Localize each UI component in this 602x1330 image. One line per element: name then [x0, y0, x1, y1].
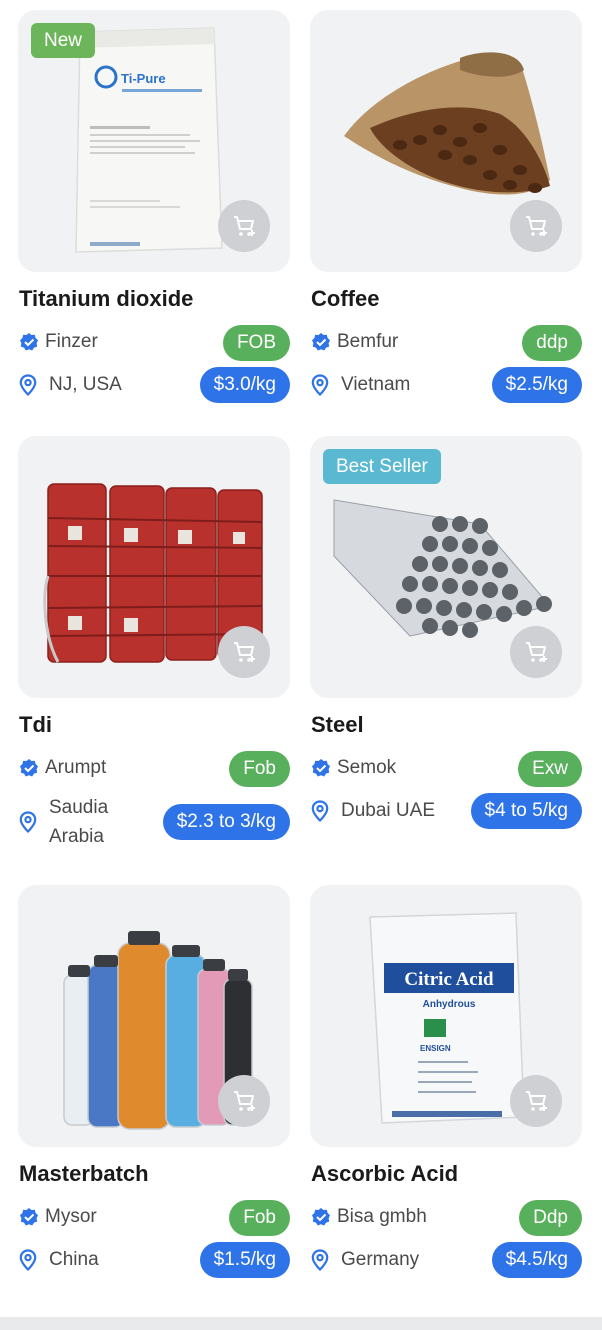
product-image[interactable]: Best Seller [310, 436, 582, 698]
price-badge: $4.5/kg [491, 1242, 582, 1278]
product-image[interactable]: Ti-Pure New [18, 10, 290, 272]
price-badge: $2.5/kg [491, 367, 582, 403]
seller-name: Semok [337, 757, 397, 778]
verified-badge-icon [20, 1208, 38, 1226]
verified-badge-icon [312, 759, 330, 777]
product-title[interactable]: Tdi [19, 712, 52, 738]
terms-badge: Ddp [519, 1200, 582, 1236]
location: Germany [311, 1249, 419, 1271]
badge-new: New [31, 23, 96, 58]
location-pin-icon [19, 811, 37, 833]
location-text: Vietnam [341, 374, 411, 395]
product-card-tdi[interactable]: Tdi Arumpt Fob Saudia Arabia $2.3 to 3/k… [18, 436, 290, 847]
location: Dubai UAE [311, 800, 435, 822]
badge-best-seller: Best Seller [323, 449, 441, 484]
product-card-steel[interactable]: Best Seller Steel Semok Exw Dubai UAE $4… [310, 436, 582, 829]
location-text: Germany [341, 1249, 420, 1270]
product-image[interactable]: Citric Acid Anhydrous ENSIGN [310, 885, 582, 1147]
location-text-line2: Arabia [49, 826, 104, 847]
terms-badge: ddp [522, 325, 582, 361]
seller-name: Arumpt [45, 757, 107, 778]
product-title[interactable]: Ascorbic Acid [311, 1161, 458, 1187]
terms-badge: Fob [229, 751, 290, 787]
product-image[interactable] [18, 436, 290, 698]
product-card-ascorbic-acid[interactable]: Citric Acid Anhydrous ENSIGN Ascorbic Ac… [310, 885, 582, 1278]
price-badge: $1.5/kg [199, 1242, 290, 1278]
location-pin-icon [311, 374, 329, 396]
location-text-line1: Saudia [49, 797, 109, 818]
add-to-cart-icon[interactable] [510, 626, 562, 678]
verified-badge-icon [20, 759, 38, 777]
location-pin-icon [19, 1249, 37, 1271]
bag-brand-text: Ti-Pure [121, 71, 166, 86]
verified-badge-icon [312, 1208, 330, 1226]
seller[interactable]: Finzer [19, 331, 98, 353]
add-to-cart-icon[interactable] [218, 626, 270, 678]
add-to-cart-icon[interactable] [218, 1075, 270, 1127]
price-badge: $2.3 to 3/kg [162, 804, 290, 840]
bag-maker-text: ENSIGN [420, 1044, 451, 1053]
location-pin-icon [311, 1249, 329, 1271]
terms-badge: Exw [518, 751, 582, 787]
add-to-cart-icon[interactable] [218, 200, 270, 252]
seller[interactable]: Arumpt [19, 757, 106, 779]
product-image[interactable] [18, 885, 290, 1147]
product-title[interactable]: Titanium dioxide [19, 286, 193, 312]
bottom-divider [0, 1317, 602, 1330]
location: Saudia Arabia [19, 793, 108, 851]
product-card-masterbatch[interactable]: Masterbatch Mysor Fob China $1.5/kg [18, 885, 290, 1278]
verified-badge-icon [20, 333, 38, 351]
terms-badge: FOB [222, 325, 290, 361]
seller-name: Bisa gmbh [337, 1206, 427, 1227]
seller-name: Bemfur [337, 331, 399, 352]
location-text: NJ, USA [49, 374, 122, 395]
add-to-cart-icon[interactable] [510, 1075, 562, 1127]
product-image[interactable] [310, 10, 582, 272]
seller[interactable]: Mysor [19, 1206, 97, 1228]
location-text: China [49, 1249, 99, 1270]
product-card-coffee[interactable]: Coffee Bemfur ddp Vietnam $2.5/kg [310, 10, 582, 403]
price-badge: $4 to 5/kg [470, 793, 582, 829]
add-to-cart-icon[interactable] [510, 200, 562, 252]
location-text: Dubai UAE [341, 800, 435, 821]
terms-badge: Fob [229, 1200, 290, 1236]
location: Vietnam [311, 374, 410, 396]
product-title[interactable]: Masterbatch [19, 1161, 149, 1187]
verified-badge-icon [312, 333, 330, 351]
product-title[interactable]: Coffee [311, 286, 379, 312]
bag-brand-text: Citric Acid [404, 969, 494, 990]
location: NJ, USA [19, 374, 122, 396]
location-pin-icon [311, 800, 329, 822]
seller[interactable]: Semok [311, 757, 396, 779]
seller-name: Finzer [45, 331, 98, 352]
location: China [19, 1249, 99, 1271]
product-card-titanium-dioxide[interactable]: Ti-Pure New Titanium dioxide Finzer FOB … [18, 10, 290, 403]
price-badge: $3.0/kg [199, 367, 290, 403]
seller[interactable]: Bemfur [311, 331, 398, 353]
product-title[interactable]: Steel [311, 712, 364, 738]
bag-subtitle-text: Anhydrous [423, 999, 476, 1010]
location-pin-icon [19, 374, 37, 396]
seller[interactable]: Bisa gmbh [311, 1206, 427, 1228]
seller-name: Mysor [45, 1206, 97, 1227]
